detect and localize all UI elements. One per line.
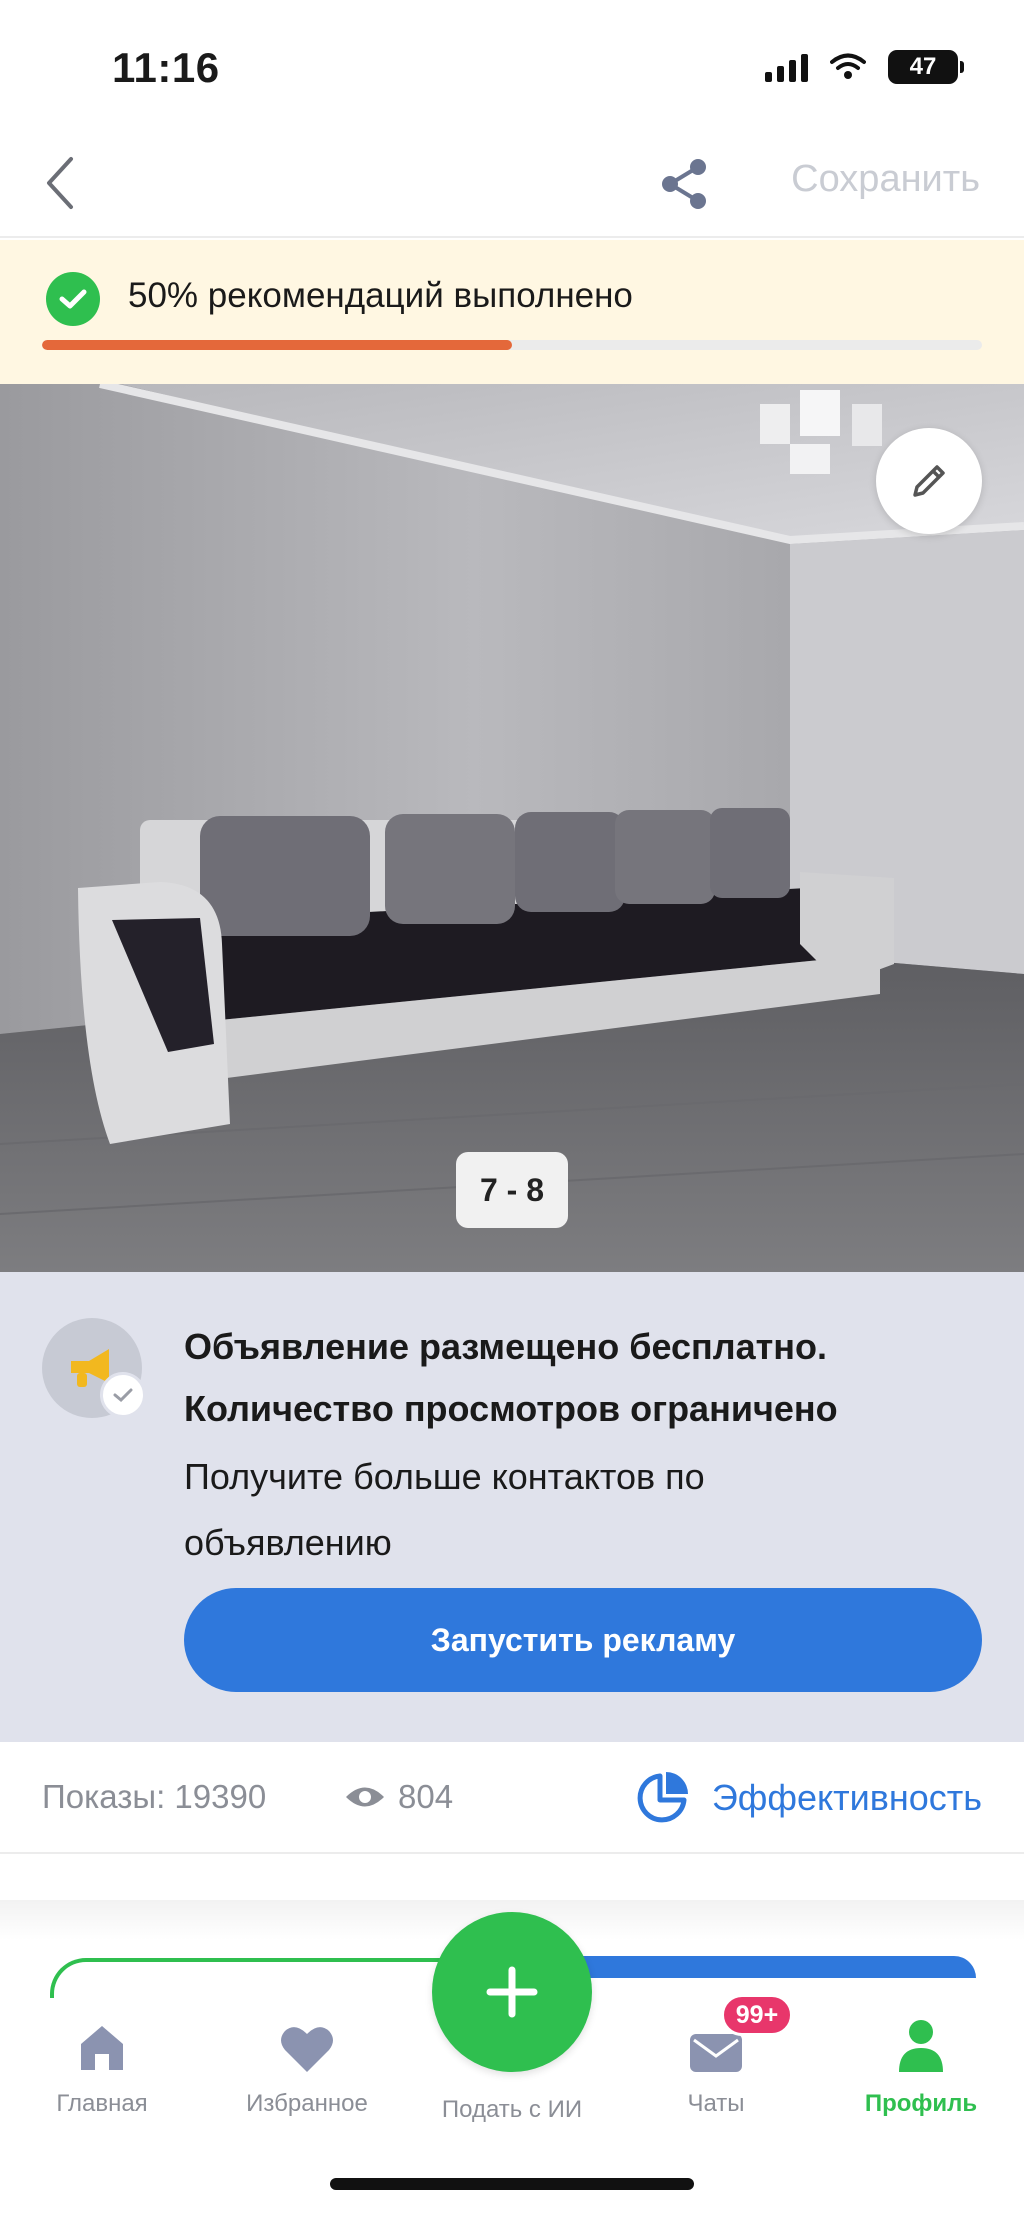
next-section-peek	[0, 1856, 1024, 1916]
pie-chart-icon	[637, 1772, 688, 1823]
launch-ads-button[interactable]: Запустить рекламу	[184, 1588, 982, 1692]
signal-icon	[765, 52, 808, 82]
battery-icon: 47	[888, 50, 964, 84]
status-time: 11:16	[112, 44, 220, 91]
stats-row: Показы: 19390 804 Эффективность	[0, 1742, 1024, 1854]
photo-counter: 7 - 8	[456, 1152, 568, 1228]
plus-icon	[486, 1966, 538, 2018]
listing-photo[interactable]: 7 - 8	[0, 384, 1024, 1272]
verified-badge-icon	[100, 1372, 146, 1418]
nav-item-home[interactable]: Главная	[17, 2012, 187, 2118]
nav-label-profile: Профиль	[864, 2090, 978, 2117]
nav-item-post-with-ai[interactable]: Подать с ИИ	[412, 2096, 612, 2124]
share-button[interactable]	[652, 152, 716, 216]
nav-accent-line-blue	[560, 1956, 976, 1978]
home-icon	[75, 2012, 129, 2074]
share-icon	[662, 159, 706, 209]
nav-item-favorites[interactable]: Избранное	[222, 2012, 392, 2118]
efficiency-label: Эффективность	[711, 1777, 982, 1818]
progress-fill	[42, 340, 512, 350]
views-value: 804	[398, 1778, 454, 1815]
nav-item-profile[interactable]: Профиль	[836, 2012, 1006, 2118]
views-count: 804	[344, 1778, 453, 1816]
impressions-count: Показы: 19390	[42, 1778, 267, 1815]
sofa-photo-image	[0, 384, 1024, 1272]
promo-title: Объявление размещено бесплатно. Количест…	[184, 1326, 838, 1429]
nav-item-chats[interactable]: 99+ Чаты	[631, 1994, 801, 2118]
recommendations-progress-bar	[42, 340, 982, 350]
post-with-ai-button[interactable]	[432, 1912, 592, 2072]
promo-card: Объявление размещено бесплатно. Количест…	[0, 1272, 1024, 1742]
back-button[interactable]	[30, 150, 90, 216]
nav-label-home: Главная	[56, 2090, 148, 2117]
home-indicator	[330, 2178, 694, 2190]
header: Сохранить	[0, 130, 1024, 238]
chevron-left-icon	[47, 157, 73, 209]
bottom-navigation: Главная Избранное Подать с ИИ 99+ Чаты П…	[0, 1900, 1024, 2214]
nav-label-post-with-ai: Подать с ИИ	[441, 2096, 583, 2123]
save-button[interactable]: Сохранить	[791, 158, 980, 201]
check-circle-icon	[46, 272, 100, 326]
edit-photo-button[interactable]	[876, 428, 982, 534]
chats-unread-badge: 99+	[721, 1994, 793, 2036]
wifi-icon	[830, 53, 866, 79]
promo-subtitle: Получите больше контактов по объявлению	[184, 1456, 705, 1563]
nav-label-favorites: Избранное	[246, 2090, 368, 2117]
recommendations-banner[interactable]: 50% рекомендаций выполнено	[0, 240, 1024, 384]
status-icons: 47	[765, 50, 964, 84]
profile-icon	[897, 2012, 945, 2074]
eye-icon	[346, 1787, 384, 1807]
heart-icon	[279, 2012, 335, 2074]
nav-accent-line-green	[50, 1958, 490, 1998]
efficiency-link[interactable]: Эффективность	[634, 1770, 982, 1826]
pencil-icon	[913, 465, 945, 497]
nav-label-chats: Чаты	[687, 2090, 745, 2117]
recommendations-progress-text: 50% рекомендаций выполнено	[128, 276, 633, 315]
status-bar: 11:16 47	[0, 0, 1024, 130]
